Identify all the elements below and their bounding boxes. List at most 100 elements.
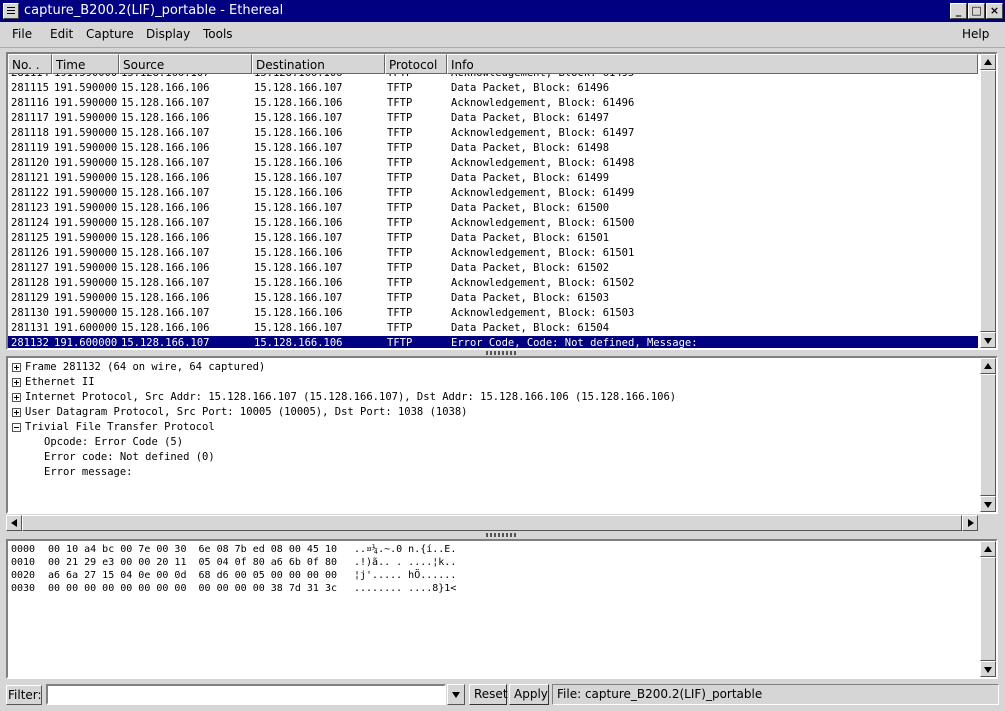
tree-item[interactable]: Internet Protocol, Src Addr: 15.128.166.… [25,390,676,405]
packet-details-tree[interactable]: Frame 281132 (64 on wire, 64 captured) Et… [6,356,998,514]
table-row[interactable]: 281129 191.590000 15.128.166.106 15.128.166… [8,291,978,306]
pane-splitter-handle[interactable] [486,351,518,355]
table-row[interactable]: 281130 191.590000 15.128.166.107 15.128.166… [8,306,978,321]
table-row[interactable]: 281131 191.600000 15.128.166.106 15.128.166… [8,321,978,336]
arrow-left-icon [11,519,17,527]
cell-info: Error Code, Code: Not defined, Message: [451,337,698,349]
cell-proto: TFTP [387,292,413,304]
apply-button[interactable]: Apply [509,684,549,705]
table-row[interactable]: 281117 191.590000 15.128.166.106 15.128.166… [8,111,978,126]
tree-item[interactable]: Ethernet II [25,375,95,390]
expand-icon[interactable] [12,363,21,372]
menu-display[interactable]: Display [146,27,190,41]
scroll-up-button[interactable] [980,54,996,70]
tree-item[interactable]: User Datagram Protocol, Src Port: 10005 … [25,405,468,420]
tree-item[interactable]: Error message: [44,465,133,480]
close-button[interactable]: × [986,3,1003,19]
table-row[interactable]: 281128 191.590000 15.128.166.107 15.128.166… [8,276,978,291]
table-row[interactable]: 281120 191.590000 15.128.166.107 15.128.166… [8,156,978,171]
cell-time: 191.590000 [54,82,118,94]
scroll-down-button[interactable] [980,332,996,348]
cell-no: 281124 [11,217,49,229]
cell-time: 191.590000 [54,262,118,274]
cell-src: 15.128.166.107 [121,217,210,229]
table-row[interactable]: 281122 191.590000 15.128.166.107 15.128.166… [8,186,978,201]
hex-dump-pane[interactable]: 0000 00 10 a4 bc 00 7e 00 30 6e 08 7b ed … [6,539,998,679]
table-row[interactable]: 281127 191.590000 15.128.166.106 15.128.166… [8,261,978,276]
table-row[interactable]: 281116 191.590000 15.128.166.107 15.128.166… [8,96,978,111]
scroll-thumb[interactable] [980,70,996,332]
maximize-button[interactable]: □ [968,3,985,19]
hex-row[interactable]: 0030 00 00 00 00 00 00 00 00 00 00 00 00 … [11,582,971,595]
tree-item[interactable]: Opcode: Error Code (5) [44,435,183,450]
scroll-up-button[interactable] [980,541,996,557]
table-row[interactable]: 281132 191.600000 15.128.166.107 15.128.166… [8,336,978,349]
cell-proto: TFTP [387,232,413,244]
hex-row[interactable]: 0000 00 10 a4 bc 00 7e 00 30 6e 08 7b ed … [11,543,971,556]
cell-dst: 15.128.166.106 [254,127,343,139]
scroll-right-button[interactable] [962,515,978,531]
column-header-no[interactable]: No. . [8,54,52,74]
expand-icon[interactable] [12,408,21,417]
cell-no: 281128 [11,277,49,289]
table-row[interactable]: 281118 191.590000 15.128.166.107 15.128.166… [8,126,978,141]
scroll-thumb[interactable] [980,557,996,661]
table-row[interactable]: 281121 191.590000 15.128.166.106 15.128.166… [8,171,978,186]
hex-scrollbar[interactable] [980,541,996,677]
table-row[interactable]: 281123 191.590000 15.128.166.106 15.128.166… [8,201,978,216]
filter-dropdown-button[interactable] [447,684,465,705]
menu-file[interactable]: File [12,27,32,41]
details-scrollbar[interactable] [980,358,996,512]
cell-time: 191.590000 [54,187,118,199]
packet-list[interactable]: No. . Time Source Destination Protocol I… [6,52,998,350]
window-menu-icon[interactable] [3,3,19,19]
column-header-source[interactable]: Source [119,54,252,74]
table-row[interactable]: 281119 191.590000 15.128.166.106 15.128.166… [8,141,978,156]
hex-bytes: 00 10 a4 bc 00 7e 00 30 6e 08 7b ed 08 0… [48,544,337,555]
cell-src: 15.128.166.107 [121,97,210,109]
cell-src: 15.128.166.106 [121,82,210,94]
expand-icon[interactable] [12,393,21,402]
column-header-info[interactable]: Info [447,54,978,74]
cell-proto: TFTP [387,172,413,184]
pane-splitter-handle[interactable] [486,533,518,537]
cell-no: 281116 [11,97,49,109]
menu-tools[interactable]: Tools [203,27,233,41]
table-row[interactable]: 281126 191.590000 15.128.166.107 15.128.166… [8,246,978,261]
scroll-down-button[interactable] [980,661,996,677]
details-horizontal-scrollbar[interactable] [6,515,978,531]
filter-label[interactable]: Filter: [6,685,42,705]
scroll-left-button[interactable] [6,515,22,531]
menu-capture[interactable]: Capture [86,27,134,41]
cell-time: 191.590000 [54,277,118,289]
scroll-thumb[interactable] [980,374,996,496]
column-header-protocol[interactable]: Protocol [385,54,447,74]
filter-input[interactable] [46,684,446,705]
tree-item[interactable]: Trivial File Transfer Protocol [25,420,215,435]
column-header-time[interactable]: Time [52,54,119,74]
table-row[interactable]: 281115 191.590000 15.128.166.106 15.128.166… [8,81,978,96]
menu-edit[interactable]: Edit [50,27,73,41]
collapse-icon[interactable] [12,423,21,432]
column-header-destination[interactable]: Destination [252,54,385,74]
tree-item[interactable]: Error code: Not defined (0) [44,450,215,465]
packet-list-scrollbar[interactable] [980,54,996,348]
tree-item[interactable]: Frame 281132 (64 on wire, 64 captured) [25,360,265,375]
hex-row[interactable]: 0010 00 21 29 e3 00 00 20 11 05 04 0f 80 … [11,556,971,569]
cell-info: Data Packet, Block: 61501 [451,232,610,244]
reset-button[interactable]: Reset [469,684,508,705]
menu-bar: File Edit Capture Display Tools Help [0,22,1005,48]
menu-help[interactable]: Help [962,27,989,41]
scroll-thumb[interactable] [22,515,962,531]
cell-time: 191.600000 [54,322,118,334]
table-row[interactable]: 281125 191.590000 15.128.166.106 15.128.166… [8,231,978,246]
scroll-down-button[interactable] [980,496,996,512]
hex-row[interactable]: 0020 a6 6a 27 15 04 0e 00 0d 68 d6 00 05 … [11,569,971,582]
minimize-button[interactable]: _ [950,3,967,19]
hex-offset: 0030 [11,583,36,594]
cell-dst: 15.128.166.107 [254,172,343,184]
table-row[interactable]: 281124 191.590000 15.128.166.107 15.128.166… [8,216,978,231]
hex-ascii: ..¤¼.~.0 n.{í..E. [354,544,457,555]
expand-icon[interactable] [12,378,21,387]
scroll-up-button[interactable] [980,358,996,374]
